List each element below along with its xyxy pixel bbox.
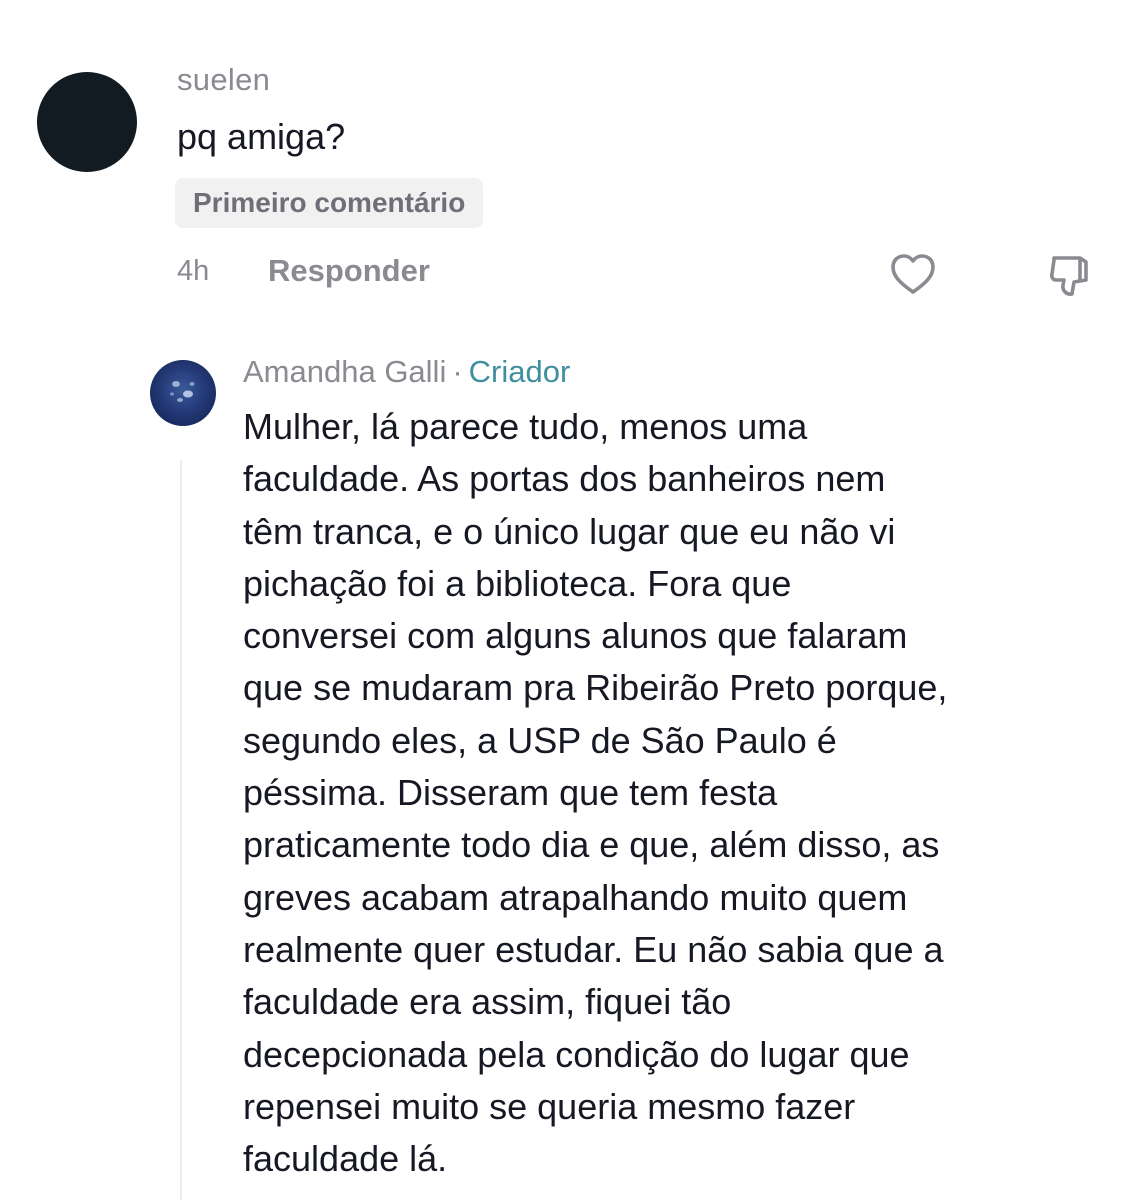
reply-header: Amandha Galli · Criador (243, 354, 570, 390)
thumbs-down-outline-icon[interactable] (1046, 250, 1096, 300)
first-comment-badge: Primeiro comentário (175, 178, 484, 228)
reply-username[interactable]: Amandha Galli (243, 354, 446, 389)
comment-timestamp: 4h (177, 255, 210, 287)
thread-line (180, 460, 182, 1200)
comment-username[interactable]: suelen (177, 62, 270, 98)
reply-button[interactable]: Responder (268, 253, 430, 289)
comment-text: pq amiga? (177, 116, 346, 157)
creator-label: Criador (468, 354, 571, 389)
avatar[interactable] (37, 72, 137, 172)
reply-text: Mulher, lá parece tudo, menos uma faculd… (243, 406, 948, 1180)
heart-outline-icon[interactable] (888, 250, 938, 300)
header-separator: · (452, 354, 463, 389)
reply-avatar[interactable] (150, 360, 216, 426)
